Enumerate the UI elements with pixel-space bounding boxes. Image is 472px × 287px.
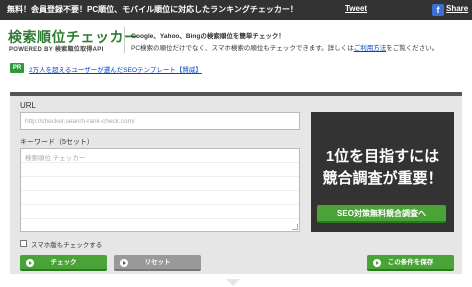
header-description-suffix: をご覧ください。: [386, 45, 439, 52]
header-description-line-1: Google、Yahoo、Bingの検索順位を簡単チェック！: [131, 33, 285, 40]
save-conditions-button[interactable]: この条件を保存: [367, 255, 454, 271]
arrow-right-icon: [26, 259, 34, 267]
mobile-check-label[interactable]: スマホ版もチェックする: [31, 239, 102, 249]
share-link[interactable]: Share: [446, 4, 468, 13]
competitor-research-ad[interactable]: 1位を目指すには 競合調査が重要！ SEO対策無料競合調査へ: [311, 112, 454, 232]
save-button-label: この条件を保存: [387, 259, 434, 266]
ad-headline-1: 1位を目指すには: [325, 148, 440, 165]
ad-cta-button[interactable]: SEO対策無料競合調査へ: [317, 205, 446, 223]
keyword-line: [21, 177, 299, 191]
top-bar-message: 無料！会員登録不要！PC順位、モバイル順位に対応したランキングチェッカー！: [7, 5, 298, 14]
reset-button[interactable]: リセット: [114, 255, 201, 271]
check-button[interactable]: チェック: [20, 255, 107, 271]
ad-headline-2: 競合調査が重要！: [322, 170, 443, 187]
url-label: URL: [20, 101, 37, 110]
keyword-line: [21, 205, 299, 219]
mobile-check-checkbox[interactable]: [20, 240, 27, 247]
header-divider: [124, 27, 125, 53]
arrow-right-icon: [373, 259, 381, 267]
keyword-textarea[interactable]: 検索順位 チェッカー: [20, 148, 300, 232]
top-bar: 無料！会員登録不要！PC順位、モバイル順位に対応したランキングチェッカー！ Tw…: [0, 0, 472, 20]
panel-pointer-icon: [226, 279, 240, 286]
url-input[interactable]: http://checker.search-rank-check.com/: [20, 112, 300, 130]
keyword-label: キーワード（5セット）: [20, 139, 94, 146]
keyword-line: [21, 163, 299, 177]
check-button-label: チェック: [50, 259, 77, 266]
site-logo-subtitle: POWERED BY 検索順位取得API: [9, 47, 104, 53]
usage-guide-link[interactable]: ご利用方法: [354, 45, 387, 52]
pr-badge: PR: [10, 63, 24, 73]
reset-button-label: リセット: [144, 259, 171, 266]
resize-grip-icon[interactable]: [292, 224, 298, 230]
keyword-line: [21, 191, 299, 205]
keyword-line: 検索順位 チェッカー: [21, 149, 299, 163]
tweet-link[interactable]: Tweet: [345, 4, 367, 13]
header-description-line-2: PC検索の順位だけでなく、スマホ検索の順位もチェックできます。詳しくはご利用方法…: [131, 42, 438, 52]
arrow-right-icon: [120, 259, 128, 267]
pr-link[interactable]: 2万人を超えるユーザーが選んだSEOテンプレート【賢威】: [29, 64, 202, 74]
header-description-text: PC検索の順位だけでなく、スマホ検索の順位もチェックできます。詳しくは: [131, 45, 354, 52]
facebook-icon[interactable]: f: [432, 4, 444, 16]
